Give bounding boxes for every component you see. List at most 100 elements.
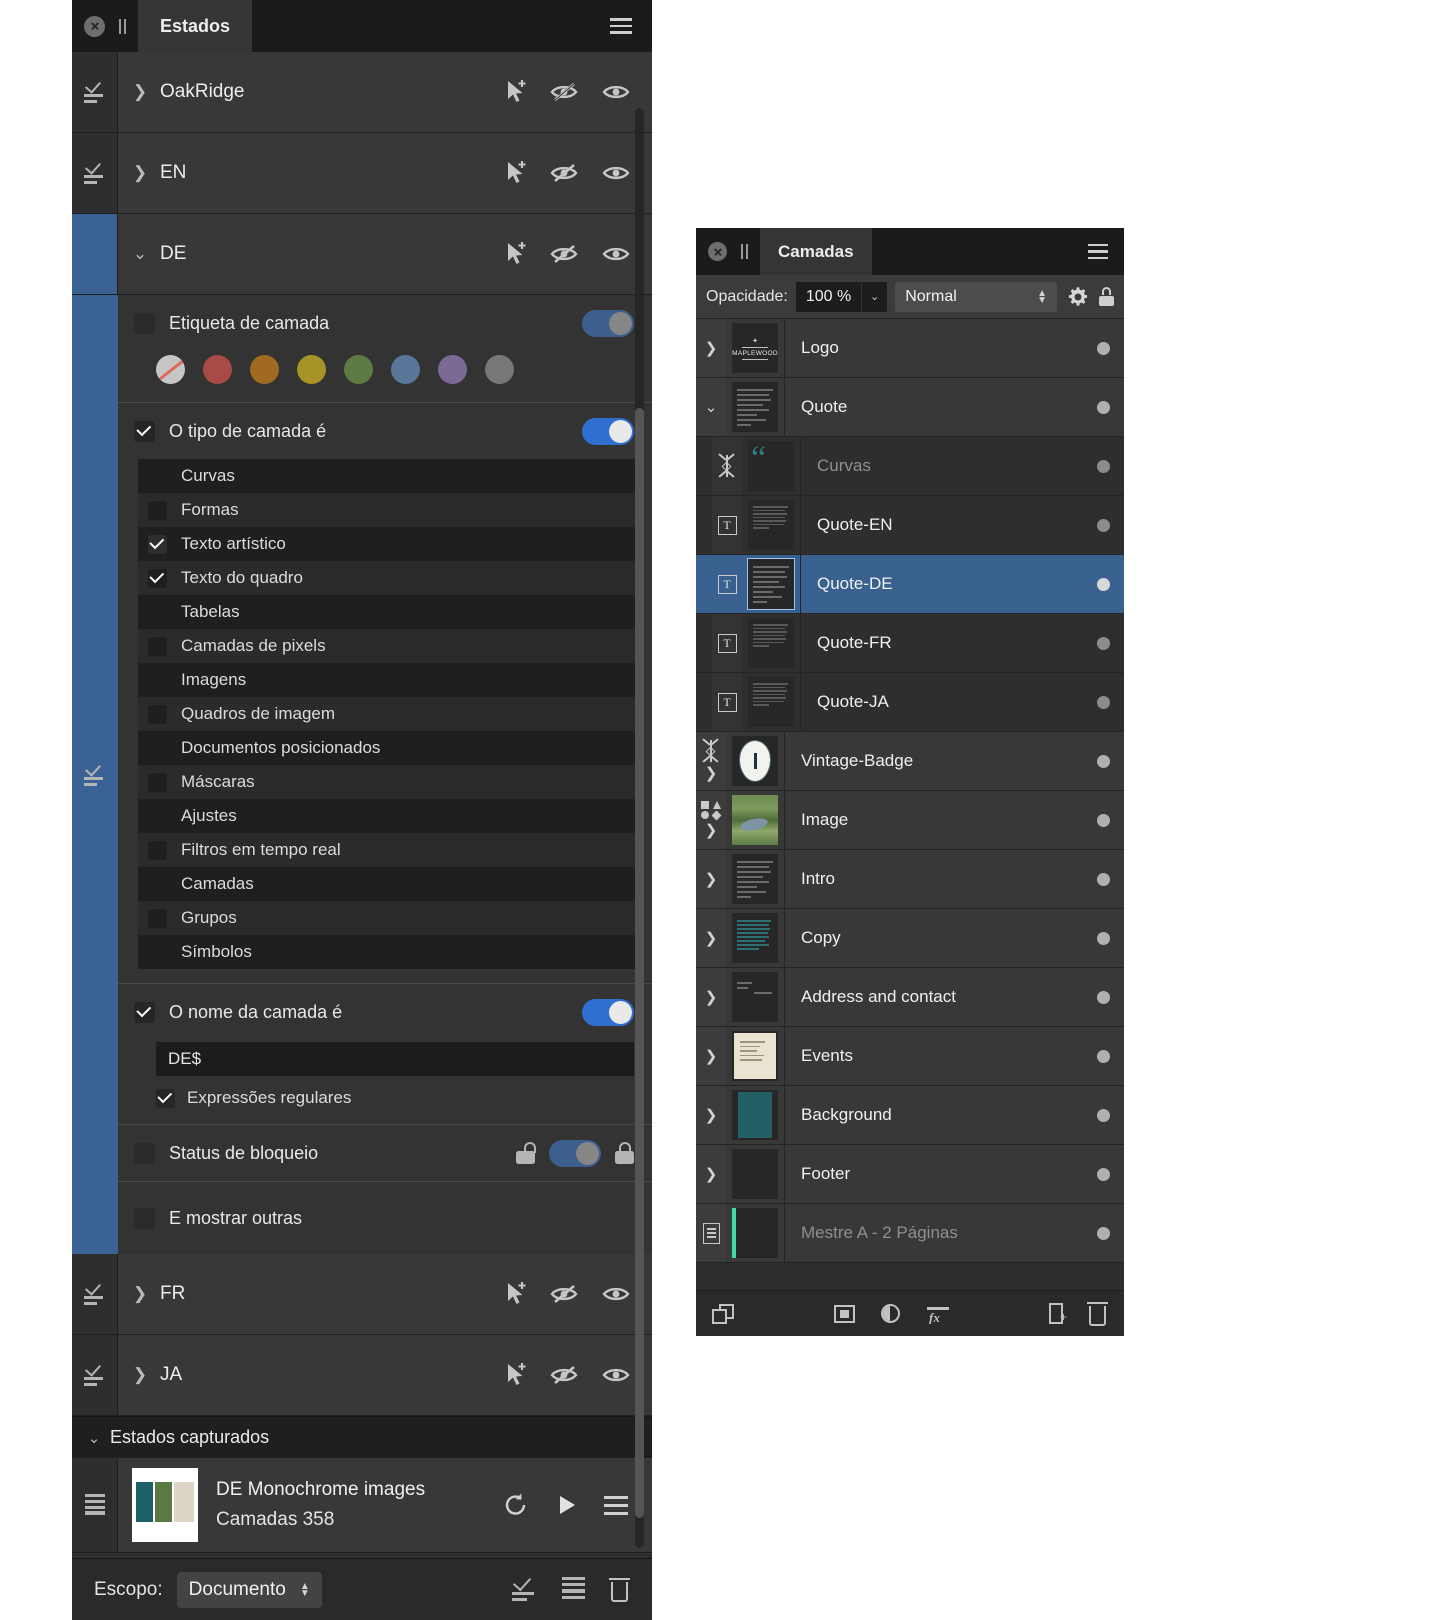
hide-eye-icon[interactable]	[550, 163, 580, 183]
state-gutter[interactable]	[72, 133, 118, 213]
layer-row[interactable]: ❯ ✦ MAPLEWOOD Logo	[696, 319, 1124, 378]
chevron-right-icon[interactable]: ❯	[705, 821, 718, 839]
add-cursor-icon[interactable]	[504, 1362, 528, 1388]
swatch-purple[interactable]	[438, 355, 467, 384]
estados-scrollbar[interactable]	[635, 108, 644, 1548]
layer-disclosure-cell[interactable]: ❯	[696, 1145, 726, 1203]
layer-type-checkbox[interactable]	[148, 603, 167, 622]
layer-visibility-toggle[interactable]	[1097, 791, 1124, 849]
layer-row[interactable]: ❯ Image	[696, 791, 1124, 850]
scope-select[interactable]: Documento ▲ ▼	[176, 1571, 322, 1608]
layer-type-item[interactable]: Filtros em tempo real	[138, 833, 636, 867]
lock-status-checkbox[interactable]	[134, 1142, 155, 1164]
chevron-right-icon[interactable]: ❯	[705, 988, 718, 1006]
state-row-en[interactable]: ❯ EN	[72, 133, 652, 214]
layer-disclosure-cell[interactable]: ❯	[696, 850, 726, 908]
chevron-down-icon[interactable]: ⌄	[861, 281, 888, 312]
stack-layers-icon[interactable]	[712, 1303, 734, 1324]
lock-icon[interactable]	[1099, 287, 1114, 306]
layer-type-item[interactable]: Tabelas	[138, 595, 636, 629]
swatch-green[interactable]	[344, 355, 373, 384]
show-eye-icon[interactable]	[602, 1285, 630, 1303]
state-main[interactable]: ⌄ DE	[118, 214, 652, 294]
layer-type-checkbox[interactable]	[148, 500, 167, 520]
captured-main[interactable]: DE Monochrome images Camadas 358	[118, 1458, 652, 1552]
layer-disclosure-cell[interactable]: T	[712, 614, 742, 672]
menu-icon[interactable]	[604, 1495, 628, 1515]
layer-disclosure-cell[interactable]	[696, 1204, 726, 1262]
chevron-right-icon[interactable]: ❯	[130, 82, 150, 102]
layer-type-checkbox[interactable]	[148, 908, 167, 928]
regex-checkbox[interactable]	[156, 1088, 175, 1108]
condition-header[interactable]: E mostrar outras	[118, 1182, 652, 1254]
layer-type-item[interactable]: Ajustes	[138, 799, 636, 833]
reset-icon[interactable]	[502, 1491, 530, 1519]
layer-row[interactable]: ❯ Vintage-Badge	[696, 732, 1124, 791]
layer-type-checkbox[interactable]	[148, 739, 167, 758]
state-row-de[interactable]: ⌄ DE	[72, 214, 652, 295]
layer-disclosure-cell[interactable]: ❯	[696, 1027, 726, 1085]
layer-type-checkbox[interactable]	[148, 943, 167, 962]
lock-icon[interactable]	[615, 1142, 634, 1164]
layer-type-item[interactable]: Quadros de imagem	[138, 697, 636, 731]
layer-disclosure-cell[interactable]: ⌄	[696, 378, 726, 436]
add-cursor-icon[interactable]	[504, 1281, 528, 1307]
layer-type-item[interactable]: Máscaras	[138, 765, 636, 799]
close-icon[interactable]	[708, 242, 727, 261]
layer-label-toggle[interactable]	[582, 309, 634, 337]
layer-type-item[interactable]: Formas	[138, 493, 636, 527]
layer-type-checkbox[interactable]	[148, 671, 167, 690]
layer-name-checkbox[interactable]	[134, 1001, 155, 1023]
layer-disclosure-cell[interactable]: T	[712, 496, 742, 554]
swatch-blue[interactable]	[391, 355, 420, 384]
layer-row[interactable]: ❯ Footer	[696, 1145, 1124, 1204]
state-gutter[interactable]	[72, 1335, 118, 1415]
layer-name-input[interactable]: DE$	[156, 1042, 634, 1076]
state-main[interactable]: ❯ FR	[118, 1254, 652, 1334]
layer-type-item[interactable]: Curvas	[138, 459, 636, 493]
layer-visibility-toggle[interactable]	[1097, 1145, 1124, 1203]
swatch-gray[interactable]	[485, 355, 514, 384]
chevron-right-icon[interactable]: ❯	[705, 1165, 718, 1183]
state-row-ja[interactable]: ❯ JA	[72, 1335, 652, 1416]
chevron-down-icon[interactable]: ⌄	[705, 398, 718, 416]
state-main[interactable]: ❯ JA	[118, 1335, 652, 1415]
layer-type-item[interactable]: Imagens	[138, 663, 636, 697]
layer-row[interactable]: ⌄ Quote	[696, 378, 1124, 437]
condition-header[interactable]: Status de bloqueio	[118, 1125, 652, 1181]
add-cursor-icon[interactable]	[504, 241, 528, 267]
show-eye-icon[interactable]	[602, 83, 630, 101]
stepper-icon[interactable]: ▲ ▼	[300, 1581, 310, 1598]
layer-visibility-toggle[interactable]	[1097, 909, 1124, 967]
layer-type-checkbox[interactable]	[148, 772, 167, 792]
layer-type-checkbox[interactable]	[148, 704, 167, 724]
chevron-right-icon[interactable]: ❯	[705, 339, 718, 357]
swatch-red[interactable]	[203, 355, 232, 384]
layer-type-checkbox[interactable]	[148, 636, 167, 656]
grip-icon[interactable]	[741, 244, 748, 259]
chevron-right-icon[interactable]: ❯	[705, 870, 718, 888]
swatch-yellow[interactable]	[297, 355, 326, 384]
layer-row[interactable]: ❯ Events	[696, 1027, 1124, 1086]
layer-row[interactable]: T Quote-FR	[696, 614, 1124, 673]
layer-visibility-toggle[interactable]	[1097, 968, 1124, 1026]
layer-type-item[interactable]: Camadas de pixels	[138, 629, 636, 663]
scrollbar-thumb[interactable]	[635, 408, 644, 1518]
chevron-right-icon[interactable]: ❯	[705, 929, 718, 947]
layer-type-checkbox[interactable]	[134, 420, 155, 442]
layer-disclosure-cell[interactable]: ❯	[696, 732, 726, 790]
layer-row[interactable]: T Quote-JA	[696, 673, 1124, 732]
gear-icon[interactable]	[1067, 286, 1089, 308]
layer-type-item[interactable]: Texto artístico	[138, 527, 636, 561]
layer-visibility-toggle[interactable]	[1097, 378, 1124, 436]
layer-name-toggle[interactable]	[582, 998, 634, 1026]
layer-row[interactable]: “Curvas	[696, 437, 1124, 496]
state-row-oakridge[interactable]: ❯ OakRidge	[72, 52, 652, 133]
layer-type-item[interactable]: Camadas	[138, 867, 636, 901]
layer-visibility-toggle[interactable]	[1097, 1086, 1124, 1144]
list-icon[interactable]	[562, 1577, 585, 1602]
layer-label-checkbox[interactable]	[134, 312, 155, 334]
layer-visibility-toggle[interactable]	[1097, 1204, 1124, 1262]
captured-gutter[interactable]	[72, 1458, 118, 1552]
layer-visibility-toggle[interactable]	[1097, 850, 1124, 908]
